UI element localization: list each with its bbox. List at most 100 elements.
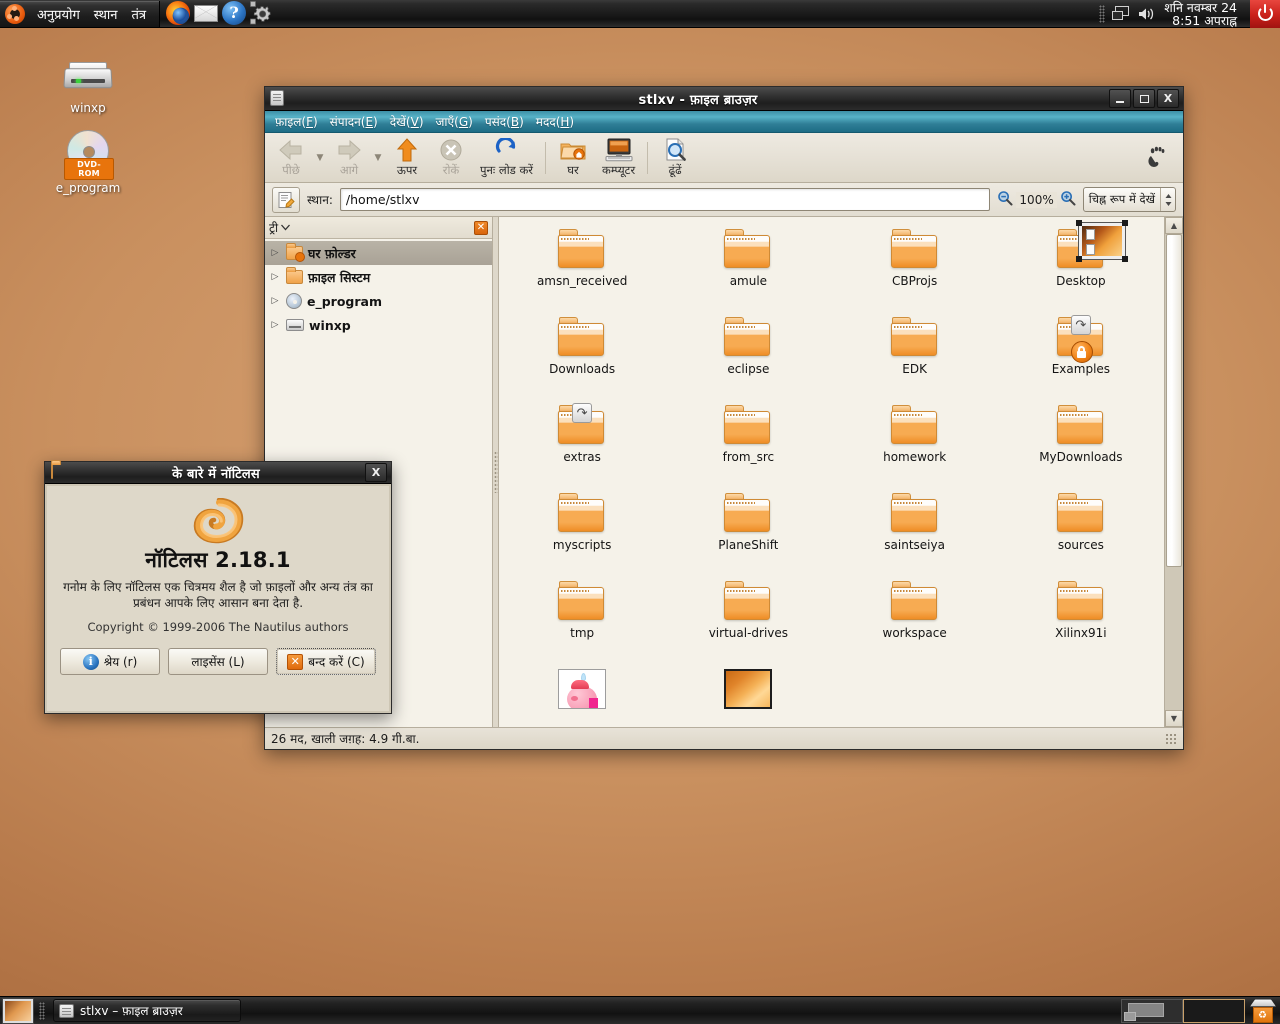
expander-icon[interactable]: ▷ (269, 320, 281, 330)
toolbar-stop-button[interactable]: रोकें (429, 135, 473, 181)
help-glyph: ? (222, 0, 247, 25)
sidebar-item-winxp[interactable]: ▷ winxp (265, 313, 492, 337)
resize-grip[interactable] (1165, 732, 1177, 745)
close-dialog-button[interactable]: ✕ बन्द करें (C) (276, 648, 376, 675)
menu-go[interactable]: जाएँ(G) (431, 111, 478, 132)
firefox-icon[interactable] (166, 0, 192, 27)
gear-icon[interactable] (250, 0, 276, 27)
menu-bookmarks[interactable]: पसंद(B) (480, 111, 529, 132)
zoom-out-icon[interactable] (997, 190, 1013, 209)
menu-applications[interactable]: अनुप्रयोग (30, 2, 87, 26)
help-icon[interactable]: ? (222, 0, 248, 27)
file-item-examples[interactable]: ↷ Examples (998, 311, 1164, 399)
folder-icon (1056, 493, 1105, 533)
back-history-dropdown[interactable]: ▼ (313, 135, 327, 181)
workspace-1[interactable] (1121, 998, 1183, 1023)
file-item-saintseiya[interactable]: saintseiya (832, 487, 998, 575)
show-desktop-icon[interactable] (2, 997, 34, 1024)
close-button[interactable]: X (1157, 89, 1179, 108)
file-item-cbprojs[interactable]: CBProjs (832, 223, 998, 311)
ubuntu-logo-icon[interactable] (5, 3, 25, 24)
menu-bookmarks-label: पसंद (484, 115, 507, 129)
menu-help[interactable]: मदद(H) (531, 111, 579, 132)
minimize-button[interactable] (1109, 89, 1131, 108)
sidebar-item-file-system[interactable]: ▷ फ़ाइल सिस्टम (265, 265, 492, 289)
file-item-image-thumbnail-1[interactable] (499, 663, 665, 727)
license-button[interactable]: लाइसेंस (L) (168, 648, 268, 675)
file-item-homework[interactable]: homework (832, 399, 998, 487)
expander-icon[interactable]: ▷ (269, 296, 281, 306)
trash-icon[interactable]: ♻ (1249, 998, 1277, 1024)
file-item-workspace[interactable]: workspace (832, 575, 998, 663)
expander-icon[interactable]: ▷ (269, 272, 281, 282)
file-item-sources[interactable]: sources (998, 487, 1164, 575)
file-item-amule[interactable]: amule (665, 223, 831, 311)
folder-icon (890, 317, 939, 357)
menu-edit-mnemonic: E (365, 115, 374, 129)
file-item-image-thumbnail-2[interactable] (665, 663, 831, 727)
taskbar-button-file-browser[interactable]: stlxv – फ़ाइल ब्राउज़र (53, 999, 241, 1022)
file-item-from-src[interactable]: from_src (665, 399, 831, 487)
toolbar-search-button[interactable]: ढूंढें (653, 135, 697, 181)
vertical-scrollbar[interactable]: ▲ ▼ (1164, 217, 1183, 727)
expander-icon[interactable]: ▷ (269, 248, 281, 258)
sidebar-view-selector[interactable]: ट्री (269, 219, 291, 236)
sidebar-item-home-folder[interactable]: ▷ घर फ़ोल्डर (265, 241, 492, 265)
view-mode-select[interactable]: चिह्न रूप में देखें (1082, 187, 1176, 212)
file-item-extras[interactable]: ↷ extras (499, 399, 665, 487)
file-item-myscripts[interactable]: myscripts (499, 487, 665, 575)
maximize-button[interactable] (1133, 89, 1155, 108)
file-item-eclipse[interactable]: eclipse (665, 311, 831, 399)
file-item-amsn-received[interactable]: amsn_received (499, 223, 665, 311)
power-icon[interactable] (1250, 0, 1280, 28)
toolbar-forward-button[interactable]: आगे (327, 135, 371, 181)
gnome-foot-icon[interactable] (1135, 135, 1179, 181)
about-close-button[interactable]: X (365, 463, 387, 482)
file-icon-view[interactable]: amsn_received amule CBProjs Desktop Down… (499, 217, 1183, 727)
about-titlebar[interactable]: के बारे में नॉटिलस X (45, 462, 391, 484)
workspace-2[interactable] (1183, 998, 1245, 1023)
tasklist-grip[interactable] (39, 1001, 45, 1020)
volume-icon[interactable] (1137, 6, 1157, 22)
file-item-desktop[interactable]: Desktop (998, 220, 1164, 311)
toolbar-home-button[interactable]: घर (551, 135, 595, 181)
file-item-xilinx91i[interactable]: Xilinx91i (998, 575, 1164, 663)
location-toggle-icon[interactable] (272, 186, 300, 213)
scroll-down-button[interactable]: ▼ (1165, 710, 1183, 727)
location-input[interactable] (339, 188, 991, 211)
menu-system[interactable]: तंत्र (124, 2, 153, 26)
toolbar-computer-button[interactable]: कम्प्यूटर (595, 135, 642, 181)
toolbar-back-button[interactable]: पीछे (269, 135, 313, 181)
scroll-track[interactable] (1165, 234, 1183, 710)
file-item-virtual-drives[interactable]: virtual-drives (665, 575, 831, 663)
menu-file[interactable]: फ़ाइल(F) (270, 111, 323, 132)
mail-icon[interactable] (194, 1, 220, 27)
zoom-in-icon[interactable] (1060, 190, 1076, 209)
window-list-icon[interactable] (1112, 5, 1130, 22)
scroll-up-button[interactable]: ▲ (1165, 217, 1183, 234)
toolbar-separator-2 (647, 141, 649, 174)
toolbar-reload-button[interactable]: पुनः लोड करें (473, 135, 540, 181)
file-item-edk[interactable]: EDK (832, 311, 998, 399)
window-titlebar[interactable]: stlxv - फ़ाइल ब्राउज़र X (265, 87, 1183, 111)
menu-view[interactable]: देखें(V) (385, 111, 429, 132)
credits-button[interactable]: i श्रेय (r) (60, 648, 160, 675)
file-item-planeshift[interactable]: PlaneShift (665, 487, 831, 575)
scroll-thumb[interactable] (1166, 234, 1182, 568)
menu-edit[interactable]: संपादन(E) (325, 111, 383, 132)
file-item-tmp[interactable]: tmp (499, 575, 665, 663)
sidebar-item-e-program[interactable]: ▷ e_program (265, 289, 492, 313)
close-sidebar-icon[interactable]: ✕ (474, 220, 488, 235)
desktop-icon-winxp[interactable]: winxp (42, 58, 134, 115)
clock[interactable]: शनि नवम्बर 24 8:51 अपराह्न (1164, 1, 1243, 27)
file-item-downloads[interactable]: Downloads (499, 311, 665, 399)
desktop-icon-e-program[interactable]: DVD-ROM e_program (42, 130, 134, 195)
folder-icon (1056, 581, 1105, 621)
forward-history-dropdown[interactable]: ▼ (371, 135, 385, 181)
menu-places[interactable]: स्थान (87, 2, 125, 26)
file-item-mydownloads[interactable]: MyDownloads (998, 399, 1164, 487)
symlink-emblem-icon: ↷ (1070, 315, 1091, 335)
panel-grip[interactable] (1099, 4, 1106, 23)
toolbar-up-button[interactable]: ऊपर (385, 135, 429, 181)
menu-help-mnemonic: H (560, 115, 570, 129)
